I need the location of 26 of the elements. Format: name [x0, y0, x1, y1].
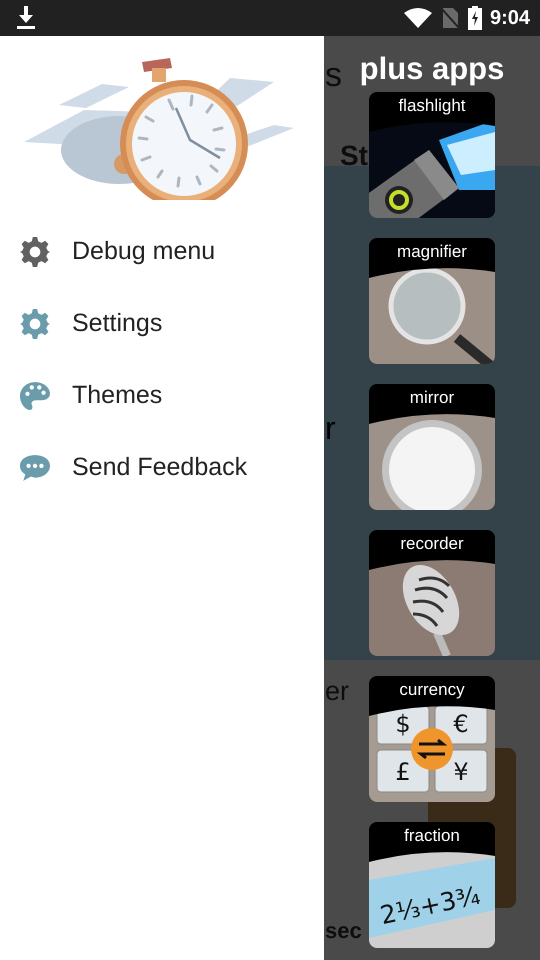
menu-item[interactable]: Settings	[0, 288, 324, 360]
app-tile[interactable]: fraction 2⅓+3¾	[369, 822, 495, 948]
text-fragment: er	[325, 678, 350, 705]
flashlight-icon	[369, 120, 495, 218]
currency-converter-icon: $ € £ ¥	[369, 704, 495, 802]
text-fragment: s	[325, 58, 342, 92]
section-title: plus apps	[360, 50, 504, 88]
battery-charging-icon	[468, 6, 482, 30]
app-tile[interactable]: magnifier	[369, 238, 495, 364]
text-fragment: r	[325, 412, 336, 444]
app-tile[interactable]: currency $ € £ ¥	[369, 676, 495, 802]
menu-item[interactable]: Debug menu	[0, 216, 324, 288]
clock-time: 9:04	[490, 6, 530, 31]
menu-item[interactable]: Themes	[0, 360, 324, 432]
app-tile[interactable]: recorder	[369, 530, 495, 656]
text-fragment: St	[340, 142, 368, 170]
app-tile[interactable]: flashlight	[369, 92, 495, 218]
fraction-calculator-icon: 2⅓+3¾	[369, 850, 495, 948]
app-tile[interactable]: mirror	[369, 384, 495, 510]
download-icon	[16, 6, 36, 30]
text-fragment: sec	[325, 920, 362, 942]
magnifier-icon	[369, 266, 495, 364]
microphone-icon	[369, 558, 495, 656]
wifi-icon	[404, 8, 432, 28]
menu-item[interactable]: Send Feedback	[0, 432, 324, 504]
mirror-icon	[369, 412, 495, 510]
